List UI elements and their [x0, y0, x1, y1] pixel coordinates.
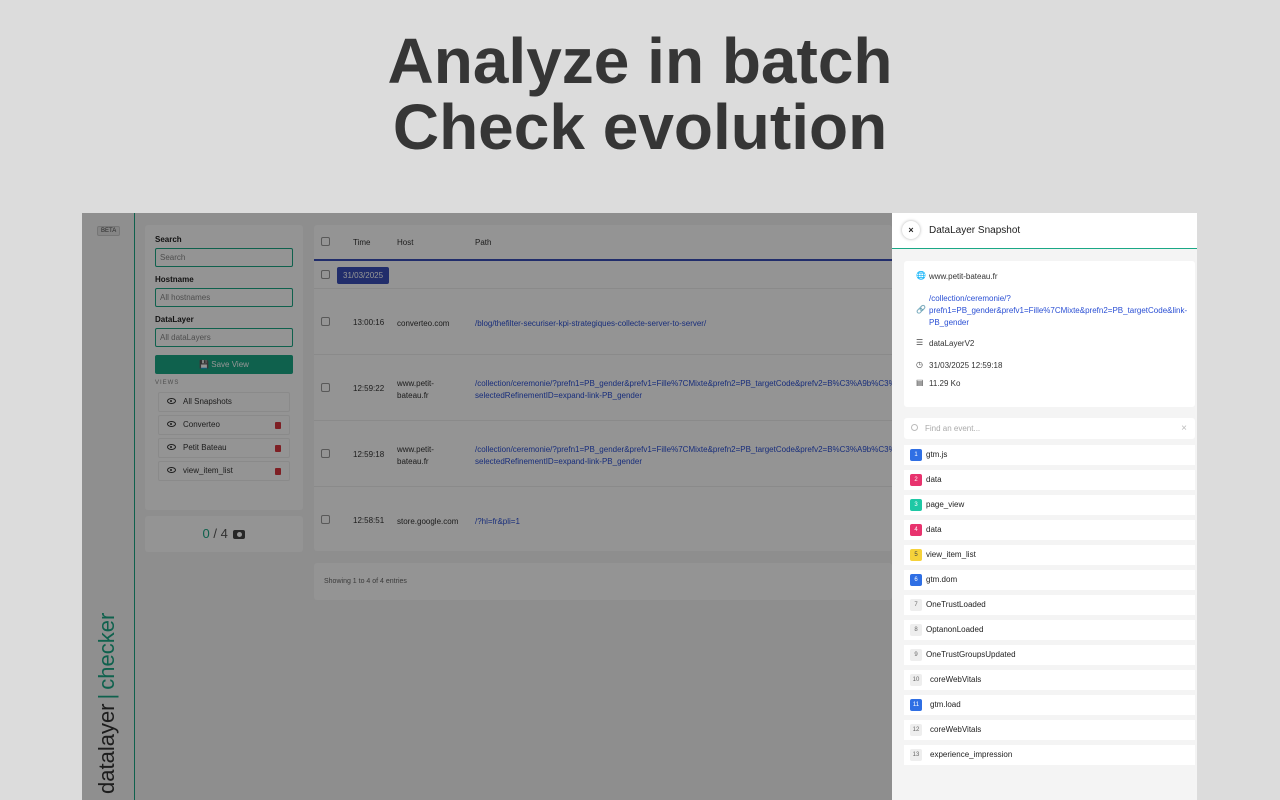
event-number-badge: 1	[910, 449, 922, 461]
event-number-badge: 7	[910, 599, 922, 611]
event-item[interactable]: 2 data	[904, 470, 1195, 490]
globe-icon: 🌐	[916, 271, 926, 280]
event-name: OptanonLoaded	[926, 625, 984, 634]
event-name: data	[926, 525, 942, 534]
headline: Analyze in batch Check evolution	[0, 28, 1280, 160]
meta-path[interactable]: /collection/ceremonie/?prefn1=PB_gender&…	[929, 293, 1187, 329]
event-name: OneTrustLoaded	[926, 600, 986, 609]
event-item[interactable]: 4 data	[904, 520, 1195, 540]
meta-datalayer: dataLayerV2	[929, 339, 975, 348]
event-number-badge: 4	[910, 524, 922, 536]
event-item[interactable]: 12 coreWebVitals	[904, 720, 1195, 740]
event-search-placeholder: Find an event...	[925, 424, 981, 433]
clear-icon[interactable]: ×	[1181, 418, 1187, 439]
event-name: coreWebVitals	[930, 725, 982, 734]
event-item[interactable]: 10 coreWebVitals	[904, 670, 1195, 690]
meta-host: www.petit-bateau.fr	[929, 272, 998, 281]
event-item[interactable]: 3 page_view	[904, 495, 1195, 515]
event-number-badge: 6	[910, 574, 922, 586]
event-name: view_item_list	[926, 550, 976, 559]
close-icon: ×	[908, 225, 914, 235]
headline-line-1: Analyze in batch	[387, 25, 893, 97]
event-number-badge: 11	[910, 699, 922, 711]
event-name: gtm.js	[926, 450, 948, 459]
event-search-input[interactable]: Find an event... ×	[904, 418, 1195, 439]
panel-title: DataLayer Snapshot	[929, 225, 1021, 236]
event-name: coreWebVitals	[930, 675, 982, 684]
event-number-badge: 13	[910, 749, 922, 761]
link-icon: 🔗	[916, 305, 926, 314]
headline-line-2: Check evolution	[392, 91, 888, 163]
event-name: gtm.dom	[926, 575, 958, 584]
meta-size: 11.29 Ko	[929, 379, 961, 388]
event-number-badge: 9	[910, 649, 922, 661]
database-icon: ▤	[916, 378, 924, 387]
events-list: 1 gtm.js 2 data 3 page_view 4 data 5 view_item_li…	[904, 445, 1195, 770]
clock-icon: ◷	[916, 360, 923, 369]
search-icon	[911, 424, 918, 431]
event-item[interactable]: 1 gtm.js	[904, 445, 1195, 465]
event-item[interactable]: 6 gtm.dom	[904, 570, 1195, 590]
event-name: data	[926, 475, 942, 484]
event-number-badge: 12	[910, 724, 922, 736]
event-name: experience_impression	[930, 750, 1013, 759]
event-name: gtm.load	[930, 700, 961, 709]
event-number-badge: 2	[910, 474, 922, 486]
event-item[interactable]: 8 OptanonLoaded	[904, 620, 1195, 640]
event-item[interactable]: 5 view_item_list	[904, 545, 1195, 565]
event-name: page_view	[926, 500, 965, 509]
event-name: OneTrustGroupsUpdated	[926, 650, 1016, 659]
snapshot-panel: × DataLayer Snapshot 🌐 www.petit-bateau.…	[892, 213, 1197, 800]
event-item[interactable]: 7 OneTrustLoaded	[904, 595, 1195, 615]
event-item[interactable]: 11 gtm.load	[904, 695, 1195, 715]
event-number-badge: 10	[910, 674, 922, 686]
event-number-badge: 3	[910, 499, 922, 511]
close-button[interactable]: ×	[902, 221, 920, 239]
event-number-badge: 5	[910, 549, 922, 561]
layers-icon: ☰	[916, 338, 924, 347]
snapshot-header: × DataLayer Snapshot	[892, 213, 1197, 249]
event-item[interactable]: 9 OneTrustGroupsUpdated	[904, 645, 1195, 665]
modal-backdrop[interactable]	[82, 213, 892, 800]
event-item[interactable]: 13 experience_impression	[904, 745, 1195, 765]
meta-datetime: 31/03/2025 12:59:18	[929, 361, 1003, 370]
event-number-badge: 8	[910, 624, 922, 636]
snapshot-meta: 🌐 www.petit-bateau.fr 🔗 /collection/cere…	[904, 261, 1195, 407]
